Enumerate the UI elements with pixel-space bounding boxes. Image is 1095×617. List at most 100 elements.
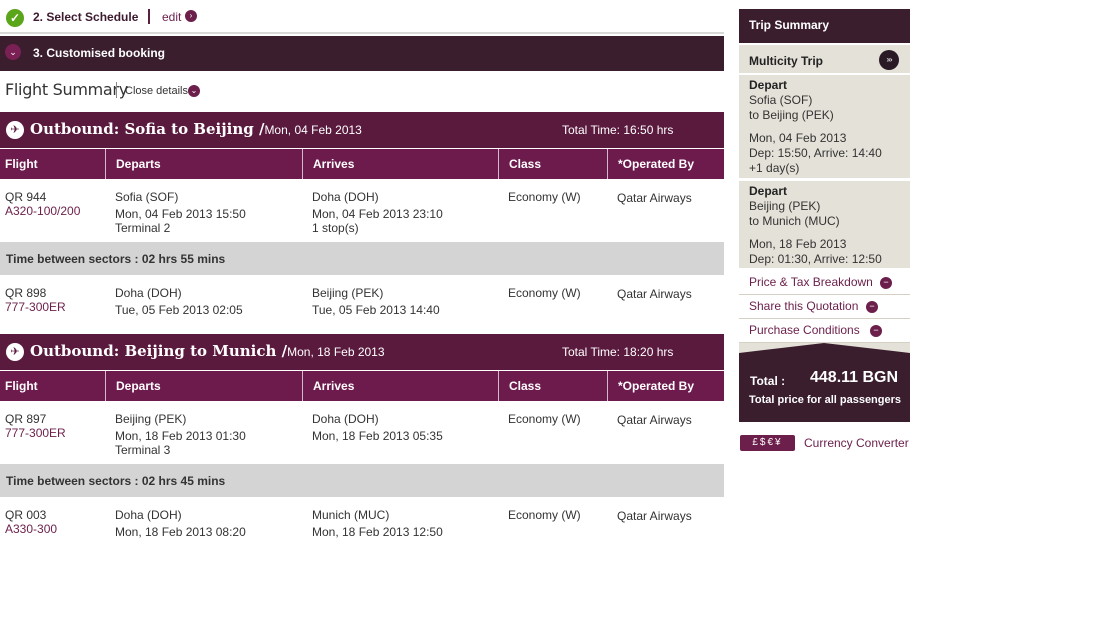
chevron-down-icon[interactable]: ⌄ — [5, 44, 21, 60]
collapse-icon[interactable]: − — [866, 301, 878, 313]
purchase-conditions-row[interactable]: Purchase Conditions − — [739, 319, 910, 343]
depart-heading: Depart — [749, 184, 788, 198]
depart-extra: +1 day(s) — [749, 161, 800, 175]
flight-number: QR 897 — [5, 412, 47, 426]
table-header: Flight Departs Arrives Class *Operated B… — [0, 371, 724, 401]
depart-to: to Beijing (PEK) — [749, 108, 834, 122]
arrives-cell: Doha (DOH) Mon, 18 Feb 2013 05:35 — [312, 412, 443, 443]
operator-cell: Qatar Airways — [617, 191, 692, 205]
departs-cell: Beijing (PEK) Mon, 18 Feb 2013 01:30 Ter… — [115, 412, 246, 457]
close-details-link[interactable]: Close details — [125, 85, 188, 97]
step3-title: 3. Customised booking — [33, 46, 166, 60]
flight-number: QR 898 — [5, 286, 47, 300]
depart-times: Dep: 01:30, Arrive: 12:50 — [749, 252, 882, 266]
flight-number: QR 003 — [5, 508, 47, 522]
depart-from: Sofia (SOF) — [749, 93, 813, 107]
outbound-bar: ✈ Outbound: Sofia to Beijing /Mon, 04 Fe… — [0, 112, 724, 148]
arr-time: Mon, 18 Feb 2013 05:35 — [312, 429, 443, 443]
arr-place: Munich (MUC) — [312, 508, 390, 522]
between-text: Time between sectors : 02 hrs 45 mins — [6, 474, 226, 488]
stops: 1 stop(s) — [312, 221, 359, 235]
dep-terminal: Terminal 2 — [115, 221, 171, 235]
expand-icon[interactable]: ››› — [879, 50, 899, 70]
notch-decoration — [739, 343, 910, 353]
total-value: 448.11 BGN — [810, 369, 899, 386]
purchase-conditions-link[interactable]: Purchase Conditions — [749, 323, 860, 337]
operator-cell: Qatar Airways — [617, 413, 692, 427]
total-label: Total : — [750, 374, 786, 388]
arr-place: Doha (DOH) — [312, 190, 379, 204]
price-tax-link[interactable]: Price & Tax Breakdown — [749, 275, 873, 289]
col-flight: Flight — [5, 157, 38, 171]
chevron-down-icon[interactable]: ⌄ — [188, 85, 200, 97]
dep-terminal: Terminal 3 — [115, 443, 171, 457]
outbound-title: Outbound: Sofia to Beijing /Mon, 04 Feb … — [30, 120, 362, 138]
table-header: Flight Departs Arrives Class *Operated B… — [0, 149, 724, 179]
arr-place: Beijing (PEK) — [312, 286, 384, 300]
divider — [607, 371, 608, 401]
outbound-bar: ✈ Outbound: Beijing to Munich /Mon, 18 F… — [0, 334, 724, 370]
share-quotation-row[interactable]: Share this Quotation − — [739, 295, 910, 319]
depart-heading: Depart — [749, 78, 788, 92]
departs-cell: Doha (DOH) Tue, 05 Feb 2013 02:05 — [115, 286, 243, 317]
class-cell: Economy (W) — [508, 190, 581, 204]
price-tax-row[interactable]: Price & Tax Breakdown − — [739, 271, 910, 295]
col-flight: Flight — [5, 379, 38, 393]
airplane-icon: ✈ — [6, 121, 24, 139]
depart-date: Mon, 04 Feb 2013 — [749, 131, 847, 145]
between-sectors: Time between sectors : 02 hrs 55 mins — [0, 242, 724, 275]
depart-date: Mon, 18 Feb 2013 — [749, 237, 847, 251]
depart-block: Depart Sofia (SOF) to Beijing (PEK) Mon,… — [739, 75, 910, 180]
chevron-right-icon[interactable]: › — [185, 10, 197, 22]
class-cell: Economy (W) — [508, 286, 581, 300]
depart-block: Depart Beijing (PEK) to Munich (MUC) Mon… — [739, 181, 910, 270]
currency-converter-link[interactable]: Currency Converter — [804, 436, 909, 450]
flight-number: QR 944 — [5, 190, 47, 204]
between-sectors: Time between sectors : 02 hrs 45 mins — [0, 464, 724, 497]
total-time: Total Time: 18:20 hrs — [562, 345, 674, 359]
divider — [302, 371, 303, 401]
table-row: QR 944 A320-100/200 — [5, 190, 80, 218]
airplane-icon: ✈ — [6, 343, 24, 361]
edit-link[interactable]: edit — [162, 10, 181, 24]
divider — [148, 9, 150, 24]
col-operated-by: *Operated By — [618, 379, 695, 393]
between-text: Time between sectors : 02 hrs 55 mins — [6, 252, 226, 266]
trip-summary-title: Trip Summary — [749, 18, 830, 32]
flight-summary-title: Flight Summary — [5, 80, 128, 99]
dep-time: Tue, 05 Feb 2013 02:05 — [115, 303, 243, 317]
divider — [105, 149, 106, 179]
share-quotation-link[interactable]: Share this Quotation — [749, 299, 858, 313]
total-time: Total Time: 16:50 hrs — [562, 123, 674, 137]
dep-time: Mon, 18 Feb 2013 01:30 — [115, 429, 246, 443]
outbound-date: Mon, 18 Feb 2013 — [287, 345, 385, 359]
col-arrives: Arrives — [313, 379, 355, 393]
depart-to: to Munich (MUC) — [749, 214, 840, 228]
trip-type: Multicity Trip — [749, 54, 824, 68]
col-class: Class — [509, 379, 542, 393]
divider — [302, 149, 303, 179]
total-subtitle: Total price for all passengers — [749, 394, 902, 406]
divider — [105, 371, 106, 401]
arrives-cell: Munich (MUC) Mon, 18 Feb 2013 12:50 — [312, 508, 443, 539]
operator-cell: Qatar Airways — [617, 287, 692, 301]
currency-icon[interactable]: £$€¥ — [740, 435, 795, 451]
divider — [498, 149, 499, 179]
divider — [607, 149, 608, 179]
arr-time: Mon, 04 Feb 2013 23:10 — [312, 207, 443, 221]
dep-place: Doha (DOH) — [115, 286, 182, 300]
col-departs: Departs — [116, 379, 161, 393]
check-icon: ✓ — [6, 9, 24, 27]
table-row: QR 003 A330-300 — [5, 508, 57, 536]
divider — [498, 371, 499, 401]
arrives-cell: Beijing (PEK) Tue, 05 Feb 2013 14:40 — [312, 286, 440, 317]
collapse-icon[interactable]: − — [880, 277, 892, 289]
table-row: QR 898 777-300ER — [5, 286, 66, 314]
dep-time: Mon, 04 Feb 2013 15:50 — [115, 207, 246, 221]
class-cell: Economy (W) — [508, 412, 581, 426]
table-row: QR 897 777-300ER — [5, 412, 66, 440]
operator-cell: Qatar Airways — [617, 509, 692, 523]
outbound-date: Mon, 04 Feb 2013 — [264, 123, 362, 137]
col-departs: Departs — [116, 157, 161, 171]
collapse-icon[interactable]: − — [870, 325, 882, 337]
